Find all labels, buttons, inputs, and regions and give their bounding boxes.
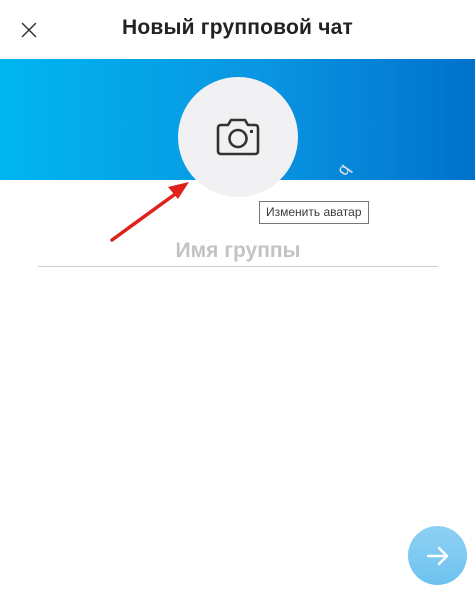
next-button[interactable] xyxy=(408,526,467,585)
dialog-title: Новый групповой чат xyxy=(122,16,353,39)
change-avatar-tooltip: Изменить аватар xyxy=(259,201,369,224)
group-name-input[interactable] xyxy=(38,236,438,267)
new-group-chat-dialog: Новый групповой чат q Изменить аватар xyxy=(0,0,475,593)
dialog-header: Новый групповой чат xyxy=(0,0,475,59)
camera-icon xyxy=(216,118,260,156)
change-avatar-button[interactable] xyxy=(178,77,298,197)
arrow-right-icon xyxy=(426,546,448,565)
